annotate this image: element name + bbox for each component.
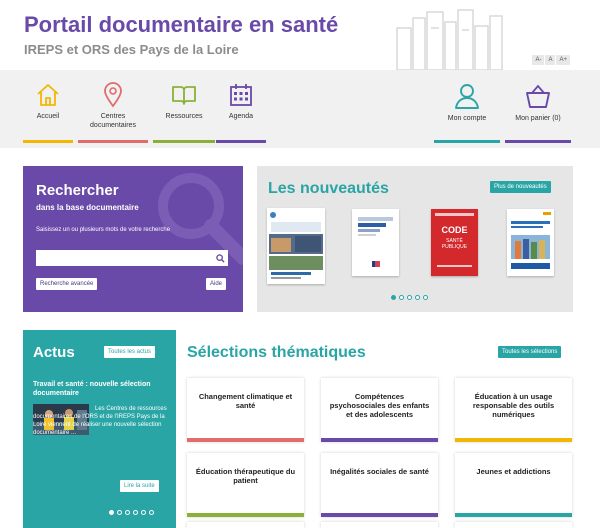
nav-label-accueil: Accueil	[36, 113, 60, 120]
font-decrease-button[interactable]: A-	[532, 55, 545, 65]
nav-underline	[505, 140, 571, 143]
news-panel: Les nouveautés Plus de nouveautés CODE S…	[257, 166, 573, 312]
selection-card-label: Éducation thérapeutique du patient	[195, 467, 296, 485]
selection-card-bar	[187, 438, 304, 442]
selection-card-etp[interactable]: Éducation thérapeutique du patient	[187, 453, 304, 517]
book-cover-4[interactable]	[507, 209, 554, 276]
news-dot[interactable]	[407, 295, 412, 300]
svg-text:PUBLIQUE: PUBLIQUE	[442, 244, 468, 250]
selection-card-inegalites[interactable]: Inégalités sociales de santé	[321, 453, 438, 517]
selection-card-label: Jeunes et addictions	[476, 467, 551, 476]
nav-item-ressources[interactable]: Ressources	[153, 78, 215, 143]
actus-carousel-dots	[109, 510, 154, 515]
selection-card-numerique[interactable]: Éducation à un usage responsable des out…	[455, 378, 572, 442]
all-actus-button[interactable]: Toutes les actus	[104, 346, 156, 358]
actus-dot[interactable]	[149, 510, 154, 515]
search-input[interactable]	[36, 250, 228, 266]
selection-card-climat[interactable]: Changement climatique et santé	[187, 378, 304, 442]
home-icon	[37, 84, 59, 106]
news-dot[interactable]	[391, 295, 396, 300]
actus-dot[interactable]	[109, 510, 114, 515]
main-nav: Accueil Centres documentaires Ressources…	[0, 70, 600, 148]
nav-label-mon-compte: Mon compte	[447, 115, 487, 122]
font-reset-button[interactable]: A	[545, 55, 556, 65]
nav-item-centres[interactable]: Centres documentaires	[78, 78, 148, 143]
selections-title: Sélections thématiques	[187, 344, 366, 361]
nav-item-agenda[interactable]: Agenda	[216, 78, 266, 143]
actus-item-title[interactable]: Travail et santé : nouvelle sélection do…	[33, 380, 168, 398]
news-dot[interactable]	[423, 295, 428, 300]
book-cover-3[interactable]: CODE SANTÉ PUBLIQUE	[431, 209, 478, 276]
news-carousel-dots	[391, 295, 428, 300]
nav-underline	[216, 140, 266, 143]
calendar-icon	[230, 84, 252, 106]
site-title[interactable]: Portail documentaire en santé	[24, 12, 338, 38]
help-button[interactable]: Aide	[206, 278, 227, 290]
nav-underline	[23, 140, 73, 143]
selection-card-label: Changement climatique et santé	[198, 392, 293, 410]
news-title: Les nouveautés	[268, 180, 389, 197]
more-news-button[interactable]: Plus de nouveautés	[490, 181, 551, 193]
selection-card-bar	[187, 513, 304, 517]
nav-underline	[434, 140, 500, 143]
nav-item-accueil[interactable]: Accueil	[23, 78, 73, 143]
nav-underline	[153, 140, 215, 143]
svg-text:SANTÉ: SANTÉ	[446, 237, 463, 244]
search-panel: Rechercher dans la base documentaire Sai…	[23, 166, 243, 312]
nav-item-mon-compte[interactable]: Mon compte	[434, 78, 500, 143]
selection-card-partial[interactable]	[321, 522, 438, 528]
user-icon	[455, 84, 479, 109]
all-selections-button[interactable]: Toutes les sélections	[498, 346, 562, 358]
nav-underline	[78, 140, 148, 143]
nav-label-centres: Centres documentaires	[90, 113, 136, 129]
selection-card-bar	[455, 438, 572, 442]
selection-card-partial[interactable]	[455, 522, 572, 528]
basket-icon	[526, 84, 550, 108]
selection-card-label: Compétences psychosociales des enfants e…	[329, 392, 430, 419]
font-size-controls: A- A A+	[532, 55, 570, 65]
search-title: Rechercher	[36, 182, 119, 199]
site-header: Portail documentaire en santé IREPS et O…	[0, 0, 600, 70]
book-cover-2[interactable]	[352, 209, 399, 276]
nav-label-mon-panier: Mon panier (0)	[515, 115, 561, 122]
nav-item-mon-panier[interactable]: Mon panier (0)	[505, 78, 571, 143]
news-dot[interactable]	[415, 295, 420, 300]
search-icon	[215, 253, 225, 263]
read-more-button[interactable]: Lire la suite	[120, 480, 159, 492]
actus-dot[interactable]	[125, 510, 130, 515]
selection-card-partial[interactable]	[187, 522, 304, 528]
selection-card-addictions[interactable]: Jeunes et addictions	[455, 453, 572, 517]
selection-card-bar	[321, 438, 438, 442]
map-pin-icon	[104, 82, 122, 108]
news-dot[interactable]	[399, 295, 404, 300]
site-subtitle: IREPS et ORS des Pays de la Loire	[24, 42, 239, 57]
actus-item-text: Les Centres de ressources documentaires …	[33, 406, 167, 436]
actus-dot[interactable]	[141, 510, 146, 515]
book-icon	[172, 86, 196, 105]
selection-card-bar	[321, 513, 438, 517]
book-cover-1[interactable]	[267, 208, 325, 284]
actus-title: Actus	[33, 344, 75, 361]
search-help-text: Saisissez un ou plusieurs mots de votre …	[36, 227, 171, 233]
actus-dot[interactable]	[133, 510, 138, 515]
actus-panel: Actus Toutes les actus Travail et santé …	[23, 330, 176, 528]
search-subtitle: dans la base documentaire	[36, 203, 139, 212]
svg-text:CODE: CODE	[441, 225, 467, 235]
font-increase-button[interactable]: A+	[556, 55, 570, 65]
search-button[interactable]	[212, 250, 228, 266]
nav-label-agenda: Agenda	[228, 113, 254, 120]
selection-card-label: Éducation à un usage responsable des out…	[472, 392, 555, 419]
advanced-search-button[interactable]: Recherche avancée	[36, 278, 98, 290]
nav-label-ressources: Ressources	[165, 113, 203, 120]
selection-card-bar	[455, 513, 572, 517]
selection-card-label: Inégalités sociales de santé	[330, 467, 429, 476]
actus-dot[interactable]	[117, 510, 122, 515]
selection-card-competences[interactable]: Compétences psychosociales des enfants e…	[321, 378, 438, 442]
books-decoration-icon	[396, 9, 503, 70]
